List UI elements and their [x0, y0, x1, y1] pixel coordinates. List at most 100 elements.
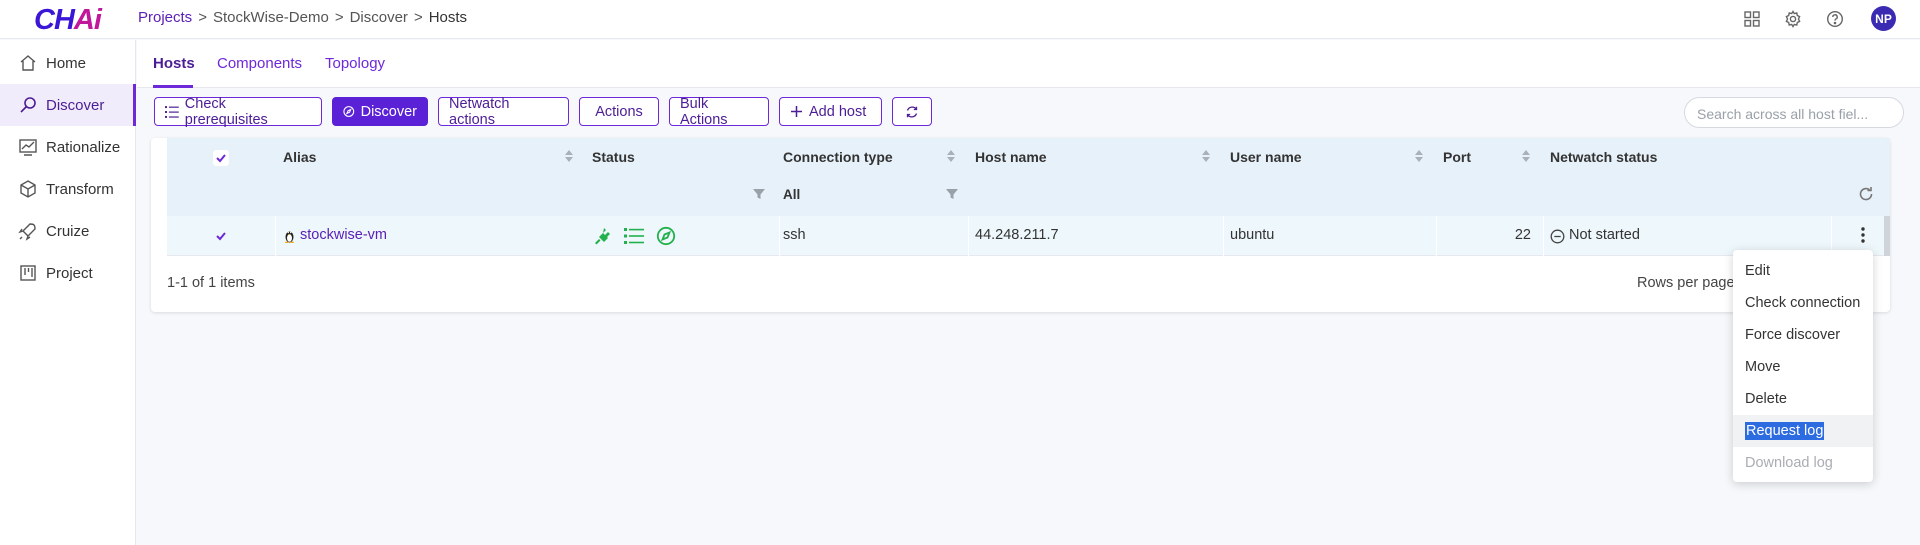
- breadcrumb: Projects > StockWise-Demo > Discover > H…: [138, 9, 467, 26]
- connection-type-filter-value[interactable]: All: [783, 187, 800, 202]
- breadcrumb-separator: >: [334, 9, 344, 26]
- home-icon: [20, 55, 36, 71]
- more-options-icon[interactable]: [1859, 225, 1867, 245]
- gear-icon[interactable]: [1784, 10, 1802, 28]
- refresh-button[interactable]: [892, 97, 932, 126]
- breadcrumb-separator: >: [413, 9, 423, 26]
- column-divider: [275, 216, 276, 256]
- sidebar-item-cruize[interactable]: Cruize: [0, 210, 136, 252]
- sidebar-item-label: Discover: [46, 96, 105, 114]
- row-context-menu: Edit Check connection Force discover Mov…: [1733, 250, 1873, 482]
- column-divider: [779, 216, 780, 256]
- kanban-icon: [20, 265, 36, 281]
- sidebar-item-transform[interactable]: Transform: [0, 168, 136, 210]
- apps-grid-icon[interactable]: [1743, 10, 1761, 28]
- add-host-button[interactable]: Add host: [779, 97, 882, 126]
- select-all-checkbox[interactable]: [213, 150, 229, 166]
- breadcrumb-discover[interactable]: Discover: [350, 9, 408, 26]
- plug-icon[interactable]: [592, 226, 612, 246]
- discover-label: Discover: [360, 103, 417, 120]
- column-divider: [1223, 216, 1224, 256]
- top-header: CHAi Projects > StockWise-Demo > Discove…: [0, 0, 1920, 39]
- sidebar: Home Discover Rationalize Transform Crui…: [0, 40, 136, 545]
- menu-item-force-discover[interactable]: Force discover: [1733, 319, 1873, 351]
- sort-icon[interactable]: [1414, 148, 1424, 164]
- actions-button[interactable]: Actions: [579, 97, 659, 126]
- row-checkbox[interactable]: [213, 228, 229, 244]
- tab-hosts[interactable]: Hosts: [153, 55, 195, 72]
- breadcrumb-separator: >: [198, 9, 207, 26]
- grid-scrollbar[interactable]: [1884, 216, 1890, 256]
- menu-item-request-log-label: Request log: [1745, 422, 1825, 440]
- linux-icon: [285, 231, 294, 243]
- tab-topology[interactable]: Topology: [325, 55, 385, 72]
- sidebar-item-home[interactable]: Home: [0, 42, 136, 84]
- menu-item-edit[interactable]: Edit: [1733, 255, 1873, 287]
- column-divider: [1543, 216, 1544, 256]
- netwatch-status-cell: Not started: [1569, 227, 1640, 243]
- sidebar-item-rationalize[interactable]: Rationalize: [0, 126, 136, 168]
- not-started-icon: [1550, 229, 1565, 244]
- hosts-grid: Alias Status Connection type All Host na…: [151, 138, 1890, 312]
- column-divider: [968, 216, 969, 256]
- column-header-connection-type[interactable]: Connection type: [783, 149, 893, 165]
- plus-icon: [791, 106, 802, 117]
- breadcrumb-project[interactable]: StockWise-Demo: [213, 9, 329, 26]
- chai-logo[interactable]: CHAi: [34, 4, 102, 37]
- compass-icon[interactable]: [656, 226, 676, 246]
- netwatch-actions-button[interactable]: Netwatch actions: [438, 96, 569, 128]
- sidebar-item-label: Project: [46, 264, 93, 282]
- connection-type-cell: ssh: [783, 227, 806, 243]
- tab-bar: Hosts Components Topology: [137, 40, 1920, 88]
- help-icon[interactable]: [1826, 10, 1844, 28]
- discover-button[interactable]: Discover: [332, 97, 428, 126]
- check-prerequisites-button[interactable]: Check prerequisites: [154, 95, 322, 128]
- add-host-label: Add host: [809, 103, 867, 120]
- list-icon: [165, 105, 179, 118]
- search-input[interactable]: Search across all host fiel...: [1684, 97, 1904, 128]
- grid-header: Alias Status Connection type All Host na…: [167, 138, 1890, 216]
- discover-icon: [20, 97, 36, 113]
- host-name-cell: 44.248.211.7: [975, 227, 1059, 243]
- menu-item-download-log: Download log: [1745, 455, 1833, 471]
- menu-item-check-connection[interactable]: Check connection: [1733, 287, 1873, 319]
- column-header-netwatch-status[interactable]: Netwatch status: [1550, 149, 1657, 165]
- column-header-port[interactable]: Port: [1443, 149, 1471, 165]
- column-header-host-name[interactable]: Host name: [975, 149, 1047, 165]
- sidebar-item-label: Cruize: [46, 222, 90, 240]
- cube-icon: [20, 180, 36, 198]
- menu-item-delete[interactable]: Delete: [1733, 383, 1873, 415]
- chart-icon: [19, 139, 37, 156]
- sort-icon[interactable]: [946, 148, 956, 164]
- sidebar-item-project[interactable]: Project: [0, 252, 136, 294]
- list-status-icon[interactable]: [624, 227, 644, 245]
- menu-item-request-log[interactable]: Request log: [1733, 415, 1873, 447]
- breadcrumb-projects[interactable]: Projects: [138, 9, 192, 26]
- column-header-alias[interactable]: Alias: [283, 149, 316, 165]
- menu-item-move[interactable]: Move: [1733, 351, 1873, 383]
- sort-icon[interactable]: [564, 148, 574, 164]
- tab-components[interactable]: Components: [217, 55, 302, 72]
- host-alias-link[interactable]: stockwise-vm: [300, 227, 387, 243]
- sidebar-item-label: Home: [46, 54, 87, 72]
- breadcrumb-current: Hosts: [428, 9, 468, 26]
- bulk-actions-button[interactable]: Bulk Actions: [669, 96, 769, 128]
- column-header-status[interactable]: Status: [592, 149, 635, 165]
- port-cell: 22: [1514, 227, 1531, 243]
- filter-icon[interactable]: [753, 188, 765, 200]
- sidebar-item-label: Transform: [46, 180, 114, 198]
- column-divider: [1436, 216, 1437, 256]
- refresh-icon: [906, 105, 918, 118]
- refresh-icon[interactable]: [1857, 185, 1875, 203]
- sort-icon[interactable]: [1521, 148, 1531, 164]
- compass-icon: [343, 106, 355, 117]
- sidebar-item-discover[interactable]: Discover: [0, 84, 136, 126]
- filter-icon[interactable]: [946, 188, 958, 200]
- column-header-user-name[interactable]: User name: [1230, 149, 1302, 165]
- check-prerequisites-label: Check prerequisites: [184, 95, 268, 128]
- sort-icon[interactable]: [1201, 148, 1211, 164]
- user-name-cell: ubuntu: [1230, 227, 1275, 243]
- avatar[interactable]: NP: [1871, 6, 1896, 31]
- table-row[interactable]: stockwise-vm ssh 44.248.211.7 ubuntu 22 …: [167, 216, 1890, 256]
- check-icon: [216, 232, 226, 241]
